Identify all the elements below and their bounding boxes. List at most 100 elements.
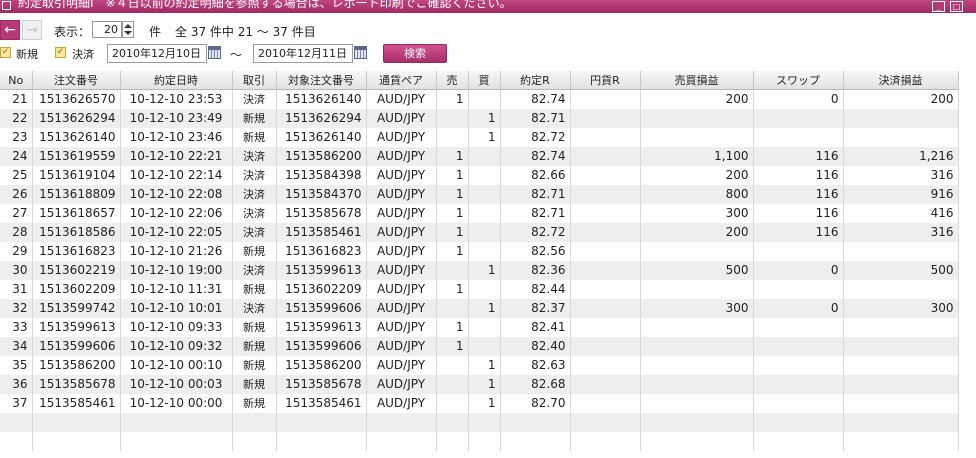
cell-trade-type: 新規 — [232, 280, 277, 299]
date-to-input[interactable]: 2010年12月11日 — [253, 44, 353, 63]
cell-trade-pl: 300 — [640, 204, 754, 223]
cell-target-order: 1513599606 — [276, 299, 367, 318]
cell-order-number: 1513602219 — [32, 261, 121, 280]
date-from-input[interactable]: 2010年12月10日 — [107, 44, 207, 63]
cell-currency-pair: AUD/JPY — [366, 147, 437, 166]
display-count-input[interactable]: 20 — [92, 21, 122, 38]
forward-arrow-icon[interactable]: → — [22, 20, 42, 40]
cell-swap — [753, 337, 844, 356]
column-header[interactable]: 通貨ペア — [366, 71, 437, 90]
cell-swap: 116 — [753, 223, 844, 242]
table-row[interactable]: 28 1513618586 10-12-10 22:05 決済 1513585461 AU… — [0, 223, 959, 242]
cell-trade-type: 決済 — [232, 261, 277, 280]
cell-trade-pl: 1,100 — [640, 147, 754, 166]
back-arrow-icon[interactable]: ← — [0, 20, 20, 40]
table-row[interactable]: 34 1513599606 10-12-10 09:32 新規 1513599606 AU… — [0, 337, 959, 356]
cell-swap — [753, 394, 844, 413]
column-header[interactable]: 約定日時 — [120, 71, 233, 90]
column-header[interactable]: スワップ — [753, 71, 844, 90]
cell-rate: 82.72 — [500, 128, 571, 147]
search-button[interactable]: 検索 — [383, 44, 447, 63]
cell-no: 32 — [0, 299, 33, 318]
cell-trade-pl — [640, 356, 754, 375]
cell-buy: 1 — [468, 356, 501, 375]
filter-bar: ✓ 新規 ✓ 決済 2010年12月10日 ～ 2010年12月11日 検索 — [0, 43, 976, 65]
cell-rate: 82.56 — [500, 242, 571, 261]
column-header[interactable]: No — [0, 71, 33, 90]
table-row[interactable]: 35 1513586200 10-12-10 00:10 新規 1513586200 AU… — [0, 356, 959, 375]
cell-datetime — [120, 432, 233, 451]
cell-currency-pair: AUD/JPY — [366, 299, 437, 318]
cell-yen-rate — [570, 128, 641, 147]
calendar-to-icon[interactable] — [354, 46, 367, 59]
column-header[interactable]: 注文番号 — [32, 71, 121, 90]
table-row[interactable]: 25 1513619104 10-12-10 22:14 決済 1513584398 AU… — [0, 166, 959, 185]
cell-yen-rate — [570, 109, 641, 128]
cell-no: 24 — [0, 147, 33, 166]
cell-trade-type: 新規 — [232, 337, 277, 356]
cell-yen-rate — [570, 394, 641, 413]
table-row[interactable] — [0, 432, 959, 451]
cell-datetime: 10-12-10 23:46 — [120, 128, 233, 147]
column-header[interactable]: 約定R — [500, 71, 571, 90]
window-menu-icon[interactable] — [2, 1, 11, 10]
cell-no: 29 — [0, 242, 33, 261]
cell-rate: 82.70 — [500, 394, 571, 413]
cell-sell: 1 — [436, 318, 469, 337]
cell-rate: 82.41 — [500, 318, 571, 337]
cell-target-order: 1513585461 — [276, 394, 367, 413]
table-row[interactable]: 30 1513602219 10-12-10 19:00 決済 1513599613 AU… — [0, 261, 959, 280]
spinner-up-icon[interactable] — [124, 24, 132, 28]
table-row[interactable] — [0, 413, 959, 432]
table-row[interactable]: 36 1513585678 10-12-10 00:03 新規 1513585678 AU… — [0, 375, 959, 394]
table-row[interactable]: 31 1513602209 10-12-10 11:31 新規 1513602209 AU… — [0, 280, 959, 299]
cell-buy: 1 — [468, 299, 501, 318]
column-header[interactable]: 決済損益 — [843, 71, 959, 90]
cell-settle-pl: 416 — [843, 204, 959, 223]
table-row[interactable]: 27 1513618657 10-12-10 22:06 決済 1513585678 AU… — [0, 204, 959, 223]
column-header[interactable]: 取引 — [232, 71, 277, 90]
spinner-down-icon[interactable] — [124, 31, 132, 35]
cell-currency-pair — [366, 413, 437, 432]
cell-order-number: 1513599613 — [32, 318, 121, 337]
cell-target-order: 1513584370 — [276, 185, 367, 204]
cell-currency-pair: AUD/JPY — [366, 261, 437, 280]
minimize-button[interactable]: _ — [932, 1, 945, 12]
new-checkbox[interactable]: ✓ — [0, 47, 11, 58]
table-row[interactable]: 33 1513599613 10-12-10 09:33 新規 1513599613 AU… — [0, 318, 959, 337]
table-row[interactable]: 24 1513619559 10-12-10 22:21 決済 1513586200 AU… — [0, 147, 959, 166]
cell-settle-pl — [843, 394, 959, 413]
cell-trade-type: 決済 — [232, 204, 277, 223]
cell-trade-pl — [640, 432, 754, 451]
cell-sell: 1 — [436, 166, 469, 185]
calendar-from-icon[interactable] — [208, 46, 221, 59]
cell-sell: 1 — [436, 280, 469, 299]
cell-swap — [753, 242, 844, 261]
cell-trade-type: 新規 — [232, 109, 277, 128]
table-row[interactable]: 21 1513626570 10-12-10 23:53 決済 1513626140 AU… — [0, 89, 959, 109]
cell-currency-pair: AUD/JPY — [366, 242, 437, 261]
display-count-spinner[interactable] — [122, 21, 134, 38]
cell-swap: 0 — [753, 261, 844, 280]
column-header[interactable]: 売 — [436, 71, 469, 90]
cell-rate: 82.74 — [500, 147, 571, 166]
column-header[interactable]: 売買損益 — [640, 71, 754, 90]
settle-checkbox[interactable]: ✓ — [55, 47, 66, 58]
table-row[interactable]: 32 1513599742 10-12-10 10:01 決済 1513599606 AU… — [0, 299, 959, 318]
cell-buy — [468, 89, 501, 109]
cell-trade-pl: 500 — [640, 261, 754, 280]
table-row[interactable]: 26 1513618809 10-12-10 22:08 決済 1513584370 AU… — [0, 185, 959, 204]
cell-trade-pl — [640, 109, 754, 128]
column-header[interactable]: 買 — [468, 71, 501, 90]
table-row[interactable]: 37 1513585461 10-12-10 00:00 新規 1513585461 AU… — [0, 394, 959, 413]
close-button[interactable]: □ — [950, 1, 963, 12]
table-row[interactable]: 29 1513616823 10-12-10 21:26 新規 1513616823 AU… — [0, 242, 959, 261]
column-header[interactable]: 対象注文番号 — [276, 71, 367, 90]
cell-sell — [436, 375, 469, 394]
column-header[interactable]: 円貨R — [570, 71, 641, 90]
table-row[interactable]: 22 1513626294 10-12-10 23:49 新規 1513626294 AU… — [0, 109, 959, 128]
table-row[interactable]: 23 1513626140 10-12-10 23:46 新規 1513626140 AU… — [0, 128, 959, 147]
cell-settle-pl — [843, 413, 959, 432]
cell-trade-type — [232, 432, 277, 451]
cell-trade-pl — [640, 337, 754, 356]
